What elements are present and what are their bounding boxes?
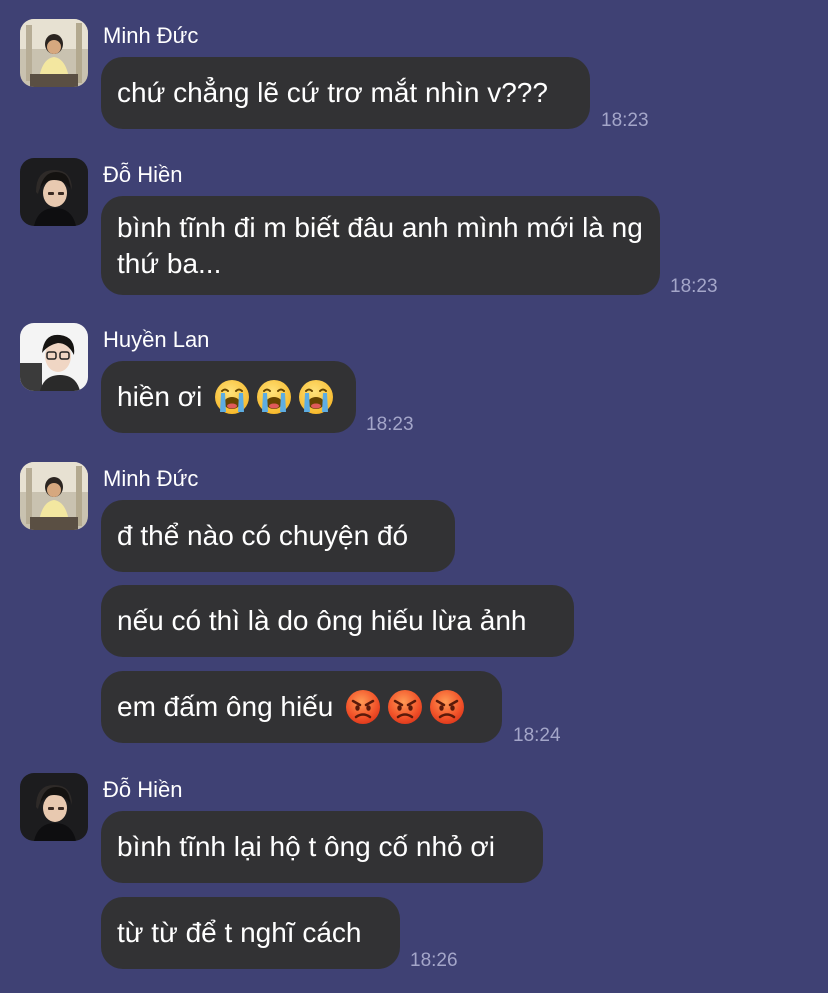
angry-face-icon	[387, 689, 423, 725]
message-text: đ thể nào có chuyện đó	[117, 520, 409, 551]
avatar-do-hien[interactable]	[20, 158, 88, 226]
message-time: 18:26	[410, 950, 458, 971]
message-bubble[interactable]: bình tĩnh đi m biết đâu anh mình mới là …	[101, 196, 660, 295]
message-text: từ từ để t nghĩ cách	[117, 917, 362, 948]
sender-name: Đỗ Hiền	[103, 162, 183, 187]
message-bubble[interactable]: từ từ để t nghĩ cách	[101, 897, 400, 969]
sender-name: Minh Đức	[103, 23, 199, 48]
avatar-do-hien[interactable]	[20, 773, 88, 841]
message-bubble[interactable]: đ thể nào có chuyện đó	[101, 500, 455, 572]
message-time: 18:23	[366, 414, 414, 435]
message-bubble[interactable]: nếu có thì là do ông hiếu lừa ảnh	[101, 585, 574, 657]
message-text: nếu có thì là do ông hiếu lừa ảnh	[117, 605, 527, 636]
message-bubble[interactable]: em đấm ông hiếu	[101, 671, 502, 743]
loudly-crying-face-icon	[256, 379, 292, 415]
message-text: bình tĩnh đi m biết đâu anh mình mới là …	[117, 212, 643, 279]
message-time: 18:24	[513, 725, 561, 746]
avatar-minh-duc[interactable]	[20, 462, 88, 530]
message-bubble[interactable]: chứ chẳng lẽ cứ trơ mắt nhìn v???	[101, 57, 590, 129]
message-text: hiền ơi	[117, 381, 203, 412]
sender-name: Đỗ Hiền	[103, 777, 183, 802]
loudly-crying-face-icon	[298, 379, 334, 415]
angry-face-icon	[429, 689, 465, 725]
message-bubble[interactable]: hiền ơi	[101, 361, 356, 433]
message-text: chứ chẳng lẽ cứ trơ mắt nhìn v???	[117, 77, 548, 108]
message-text: em đấm ông hiếu	[117, 691, 334, 722]
sender-name: Minh Đức	[103, 466, 199, 491]
loudly-crying-face-icon	[214, 379, 250, 415]
avatar-minh-duc[interactable]	[20, 19, 88, 87]
sender-name: Huyền Lan	[103, 327, 210, 352]
message-time: 18:23	[670, 276, 718, 297]
message-bubble[interactable]: bình tĩnh lại hộ t ông cố nhỏ ơi	[101, 811, 543, 883]
message-text: bình tĩnh lại hộ t ông cố nhỏ ơi	[117, 831, 495, 862]
angry-face-icon	[345, 689, 381, 725]
avatar-huyen-lan[interactable]	[20, 323, 88, 391]
message-time: 18:23	[601, 110, 649, 131]
